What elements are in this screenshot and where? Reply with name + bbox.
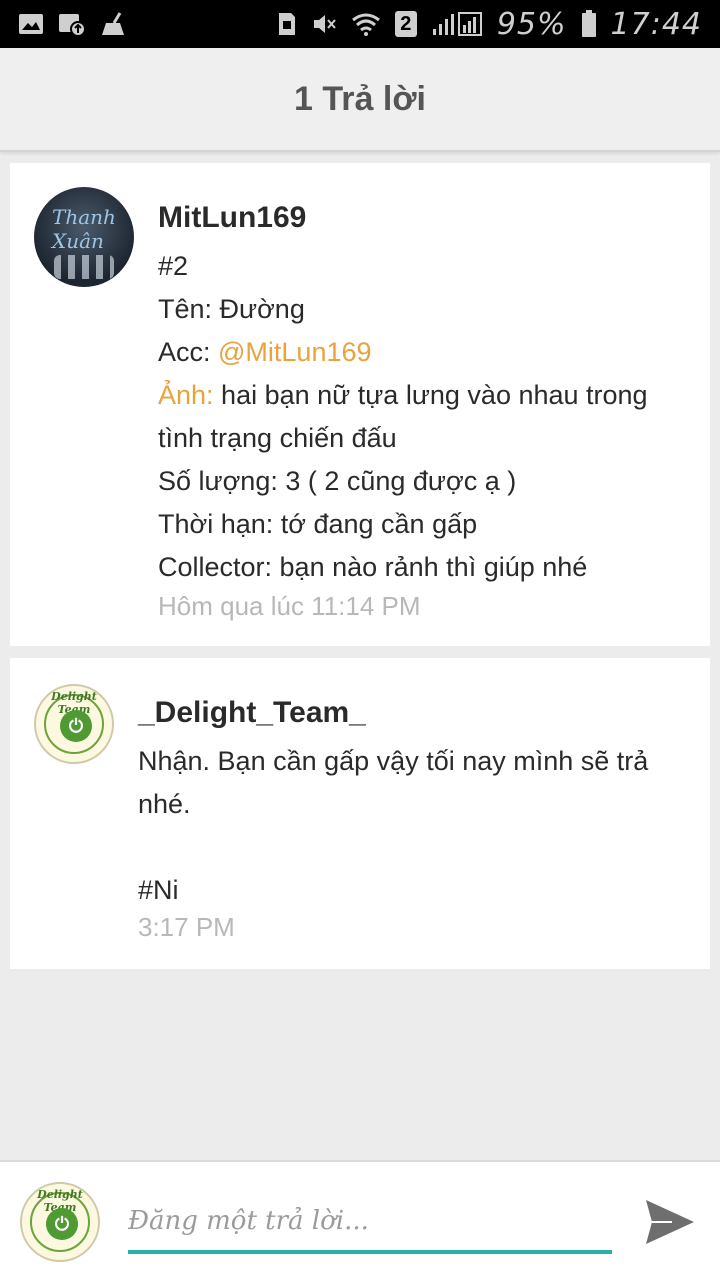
avatar-caption: Thanh Xuân [52, 205, 116, 253]
status-bar-left [18, 11, 128, 37]
avatar[interactable]: Thanh Xuân [34, 187, 134, 287]
sim-slot-badge: 2 [394, 11, 417, 37]
post-quantity-line: Số lượng: 3 ( 2 cũng được ạ ) [158, 466, 517, 496]
reply-author[interactable]: _Delight_Team_ [138, 696, 366, 730]
avatar[interactable]: Delight Team ⏻ [34, 684, 114, 764]
send-button[interactable] [640, 1194, 700, 1250]
send-icon [646, 1200, 694, 1244]
current-user-avatar: Delight Team ⏻ [20, 1182, 100, 1262]
reply-composer: Delight Team ⏻ [0, 1160, 720, 1280]
post-author[interactable]: MitLun169 [158, 201, 306, 235]
clock: 17:44 [610, 6, 702, 42]
image-icon [18, 12, 44, 36]
broom-icon [100, 11, 128, 37]
post-acc-line: Acc: @MitLun169 [158, 331, 688, 374]
post-image-line: Ảnh: hai bạn nữ tựa lưng vào nhau trong … [158, 374, 688, 460]
status-bar-right: 2 95% 17:44 [277, 7, 702, 42]
post-card: Thanh Xuân MitLun169 #2 Tên: Đường Acc: … [10, 163, 710, 646]
post-name-line: Tên: Đường [158, 294, 305, 324]
reply-card: Delight Team ⏻ _Delight_Team_ Nhận. Bạn … [10, 658, 710, 969]
mention-link[interactable]: @MitLun169 [218, 337, 372, 367]
page-title: 1 Trả lời [294, 79, 426, 118]
image-description: hai bạn nữ tựa lưng vào nhau trong tình … [158, 380, 648, 453]
reply-timestamp: 3:17 PM [138, 912, 235, 942]
title-bar: 1 Trả lời [0, 48, 720, 152]
post-number: #2 [158, 251, 189, 281]
reply-body: Nhận. Bạn cần gấp vậy tối nay mình sẽ tr… [138, 740, 688, 912]
acc-label: Acc: [158, 337, 219, 367]
image-label: Ảnh: [158, 380, 214, 410]
photo-upload-icon [58, 11, 86, 37]
reply-input[interactable] [128, 1192, 612, 1254]
post-collector-line: Collector: bạn nào rảnh thì giúp nhé [158, 552, 588, 582]
wifi-icon [351, 12, 381, 36]
mute-icon [311, 11, 337, 37]
signal-icon [431, 11, 483, 37]
sim-icon [277, 11, 297, 37]
status-bar: 2 95% 17:44 [0, 0, 720, 48]
plug-icon: ⏻ [60, 710, 92, 742]
battery-percent: 95% [496, 6, 567, 42]
post-deadline-line: Thời hạn: tớ đang cần gấp [158, 509, 478, 539]
post-body: #2 Tên: Đường Acc: @MitLun169 Ảnh: hai b… [158, 245, 688, 589]
plug-icon: ⏻ [46, 1208, 78, 1240]
reply-signature: #Ni [138, 875, 179, 905]
battery-icon [581, 10, 597, 38]
reply-message: Nhận. Bạn cần gấp vậy tối nay mình sẽ tr… [138, 746, 649, 819]
avatar-figures [54, 255, 114, 279]
post-timestamp: Hôm qua lúc 11:14 PM [158, 591, 421, 621]
